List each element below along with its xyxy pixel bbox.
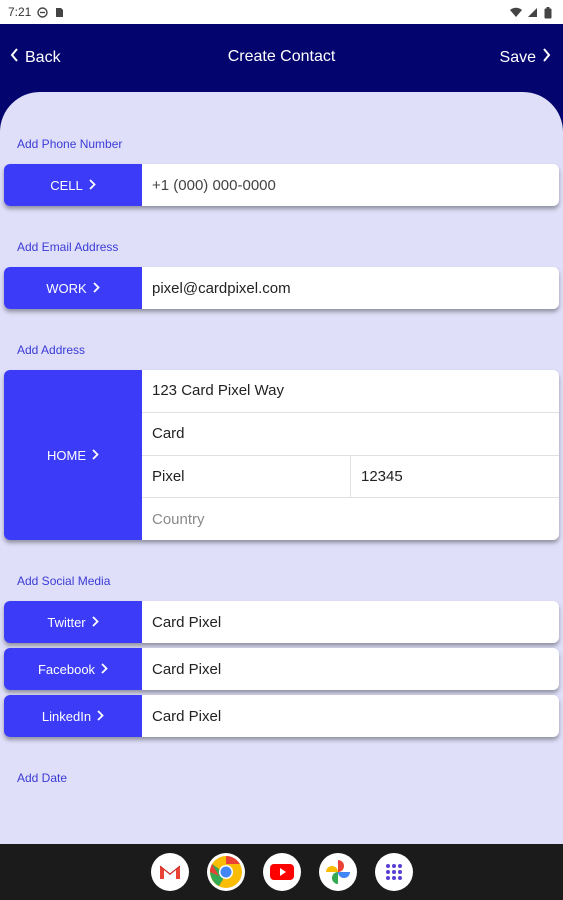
social-row-twitter: Twitter Card Pixel — [4, 601, 559, 643]
street-input[interactable]: 123 Card Pixel Way — [142, 370, 559, 413]
chevron-right-icon — [93, 281, 100, 296]
app-dock — [0, 844, 563, 900]
social-type-label: Facebook — [37, 661, 96, 677]
phone-section-label: Add Phone Number — [17, 137, 123, 151]
phone-row: CELL +1 (000) 000-0000 — [4, 164, 559, 206]
address-row: HOME 123 Card Pixel Way Card Pixel 12345… — [4, 370, 559, 540]
battery-icon — [544, 6, 555, 18]
social-type-label: LinkedIn — [41, 708, 92, 724]
email-type-label: WORK — [46, 280, 87, 296]
social-row-facebook: Facebook Card Pixel — [4, 648, 559, 690]
linkedin-input[interactable]: Card Pixel — [142, 695, 559, 737]
chevron-right-icon — [92, 448, 99, 463]
wifi-icon — [510, 7, 522, 18]
email-type-button[interactable]: WORK — [4, 267, 142, 309]
address-type-button[interactable]: HOME — [4, 370, 142, 540]
status-time: 7:21 — [8, 5, 32, 19]
email-section-label: Add Email Address — [17, 240, 119, 254]
phone-type-label: CELL — [50, 177, 83, 193]
gmail-icon[interactable] — [150, 853, 189, 891]
city-input[interactable]: Pixel — [142, 455, 351, 498]
email-row: WORK pixel@cardpixel.com — [4, 267, 559, 309]
country-input[interactable]: Country — [142, 498, 559, 540]
city-zip-row: Pixel 12345 — [142, 455, 559, 499]
chevron-right-icon — [89, 178, 96, 193]
linkedin-type-button[interactable]: LinkedIn — [4, 695, 142, 737]
page-title: Create Contact — [227, 48, 336, 65]
chrome-icon[interactable] — [206, 853, 245, 891]
social-row-linkedin: LinkedIn Card Pixel — [4, 695, 559, 737]
chevron-right-icon — [97, 709, 104, 724]
twitter-input[interactable]: Card Pixel — [142, 601, 559, 643]
save-button[interactable]: Save — [500, 48, 551, 67]
chevron-right-icon — [92, 615, 99, 630]
save-label: Save — [499, 48, 536, 66]
address-section-label: Add Address — [17, 343, 86, 357]
signal-icon — [527, 7, 538, 18]
do-not-disturb-icon — [37, 6, 49, 18]
social-section-label: Add Social Media — [17, 574, 111, 588]
photos-icon[interactable] — [318, 853, 357, 891]
address-line2-input[interactable]: Card — [142, 413, 559, 456]
phone-type-button[interactable]: CELL — [4, 164, 142, 206]
youtube-icon[interactable] — [262, 853, 301, 891]
social-type-label: Twitter — [47, 614, 86, 630]
chevron-right-icon — [101, 662, 108, 677]
twitter-type-button[interactable]: Twitter — [4, 601, 142, 643]
status-bar: 7:21 — [0, 0, 563, 24]
zip-input[interactable]: 12345 — [351, 456, 559, 498]
phone-input[interactable]: +1 (000) 000-0000 — [142, 164, 559, 206]
address-fields: 123 Card Pixel Way Card Pixel 12345 Coun… — [142, 370, 559, 540]
chevron-right-icon — [542, 48, 551, 67]
app-drawer-icon[interactable] — [374, 853, 413, 891]
email-input[interactable]: pixel@cardpixel.com — [142, 267, 559, 309]
sim-card-icon — [54, 7, 65, 18]
address-type-label: HOME — [47, 447, 86, 463]
date-section-label[interactable]: Add Date — [17, 771, 67, 785]
facebook-input[interactable]: Card Pixel — [142, 648, 559, 690]
top-nav-bar: Back Create Contact Save — [0, 24, 563, 92]
facebook-type-button[interactable]: Facebook — [4, 648, 142, 690]
